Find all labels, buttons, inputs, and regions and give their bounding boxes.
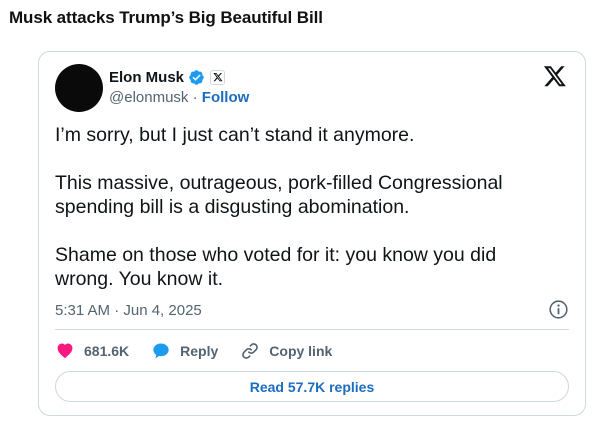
- action-bar: 681.6K Reply Copy link: [55, 340, 354, 362]
- author-row: Elon Musk: [109, 67, 226, 87]
- author-name[interactable]: Elon Musk: [109, 69, 184, 86]
- like-count: 681.6K: [84, 343, 130, 359]
- avatar[interactable]: [55, 64, 103, 112]
- x-affiliate-icon: [210, 69, 226, 85]
- link-icon: [242, 343, 259, 359]
- tweet-paragraph: I’m sorry, but I just can’t stand it any…: [55, 124, 415, 146]
- tweet-paragraph: This massive, outrageous, pork-filled Co…: [55, 172, 503, 218]
- tweet-timestamp[interactable]: 5:31 AM · Jun 4, 2025: [55, 302, 202, 319]
- reply-label: Reply: [180, 343, 219, 359]
- read-replies-button[interactable]: Read 57.7K replies: [55, 371, 569, 402]
- handle-separator: ·: [188, 89, 202, 106]
- info-icon[interactable]: [548, 299, 569, 320]
- tweet-text: I’m sorry, but I just can’t stand it any…: [55, 123, 555, 291]
- reply-bubble-icon: [153, 343, 169, 359]
- handle-row: @elonmusk · Follow: [109, 89, 249, 106]
- copy-link-button[interactable]: Copy link: [240, 341, 332, 361]
- headline: Musk attacks Trump’s Big Beautiful Bill: [9, 8, 323, 27]
- embedded-tweet-card[interactable]: Elon Musk @elonmusk · Follow I’m sorry, …: [38, 51, 586, 416]
- author-handle[interactable]: @elonmusk: [109, 89, 188, 106]
- divider: [55, 329, 569, 330]
- verified-badge-icon: [188, 69, 205, 86]
- reply-button[interactable]: Reply: [151, 341, 218, 361]
- x-logo-icon[interactable]: [543, 64, 567, 88]
- follow-link[interactable]: Follow: [202, 89, 250, 106]
- tweet-paragraph: Shame on those who voted for it: you kno…: [55, 244, 497, 290]
- copy-link-label: Copy link: [269, 343, 333, 359]
- heart-icon: [57, 343, 73, 359]
- like-button[interactable]: 681.6K: [55, 341, 129, 361]
